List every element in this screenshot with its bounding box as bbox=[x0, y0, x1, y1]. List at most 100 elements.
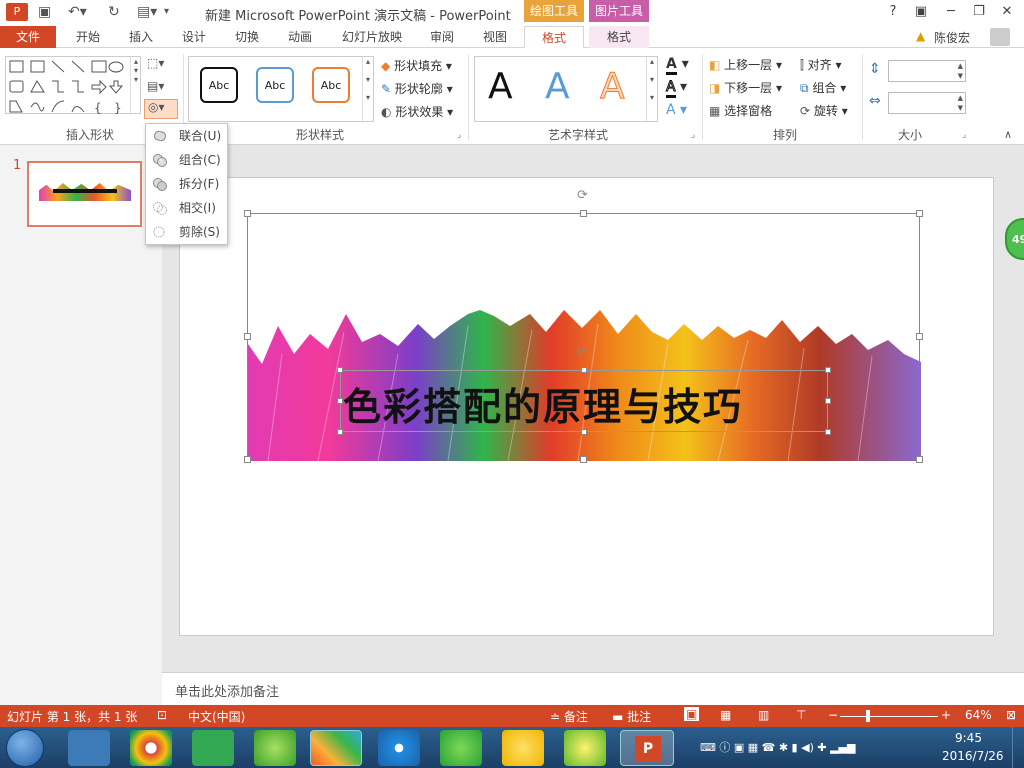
resize-handle[interactable] bbox=[337, 367, 343, 373]
resize-handle[interactable] bbox=[916, 210, 923, 217]
merge-shapes-button[interactable]: ◎▾ bbox=[144, 99, 178, 119]
shape-styles-scroll[interactable]: ▴ ▾ ▾ bbox=[362, 57, 373, 121]
tab-design[interactable]: 设计 bbox=[170, 26, 218, 48]
menu-item-fragment[interactable]: 拆分(F) bbox=[146, 173, 227, 195]
clock-time[interactable]: 9:45 bbox=[955, 731, 982, 745]
style-sample-blue[interactable]: Abc bbox=[256, 67, 294, 103]
taskbar-app-icon[interactable] bbox=[192, 730, 234, 766]
zoom-in-icon[interactable]: + bbox=[941, 708, 951, 722]
dialog-launcher-icon[interactable]: ⌟ bbox=[457, 130, 461, 140]
slide-sorter-icon[interactable]: ▦ bbox=[720, 708, 731, 722]
taskbar-file-manager-icon[interactable] bbox=[68, 730, 110, 766]
help-button[interactable]: ? bbox=[882, 2, 904, 22]
width-up-icon[interactable]: ▲ bbox=[958, 94, 963, 102]
start-from-beginning-icon[interactable]: ▤▾ bbox=[137, 3, 157, 21]
edit-shape-icon[interactable]: ⬚▾ bbox=[147, 56, 164, 70]
text-box-icon[interactable]: ▤▾ bbox=[147, 79, 164, 93]
resize-handle[interactable] bbox=[825, 367, 831, 373]
shape-fill-button[interactable]: ◆ 形状填充 ▾ bbox=[381, 57, 452, 74]
style-sample-orange[interactable]: Abc bbox=[312, 67, 350, 103]
bring-forward-button[interactable]: ◧ 上移一层 ▾ bbox=[709, 56, 782, 73]
slide-title[interactable]: 色彩搭配的原理与技巧 bbox=[343, 376, 743, 431]
menu-item-union[interactable]: 联合(U) bbox=[146, 125, 227, 147]
tab-animations[interactable]: 动画 bbox=[276, 26, 324, 48]
resize-handle[interactable] bbox=[337, 398, 343, 404]
taskbar-chrome-icon[interactable] bbox=[130, 730, 172, 766]
align-button[interactable]: ⫿ 对齐 ▾ bbox=[800, 56, 842, 73]
slide-thumbnail[interactable] bbox=[27, 161, 142, 227]
group-button[interactable]: ⧉ 组合 ▾ bbox=[800, 79, 846, 96]
fit-to-window-icon[interactable]: ⊠ bbox=[1006, 708, 1016, 722]
zoom-slider-thumb[interactable] bbox=[866, 710, 870, 722]
spelling-icon[interactable]: ⊡ bbox=[157, 708, 167, 722]
notes-toggle[interactable]: ≐ 备注 bbox=[550, 708, 588, 725]
resize-handle[interactable] bbox=[244, 456, 251, 463]
tab-format-drawing[interactable]: 格式 bbox=[524, 26, 584, 48]
taskbar-powerpoint-icon[interactable]: P bbox=[620, 730, 674, 766]
height-up-icon[interactable]: ▲ bbox=[958, 62, 963, 70]
resize-handle[interactable] bbox=[580, 210, 587, 217]
user-name[interactable]: 陈俊宏 bbox=[934, 29, 970, 46]
notes-pane[interactable]: 单击此处添加备注 bbox=[162, 672, 1024, 705]
slideshow-icon[interactable]: ⊤ bbox=[796, 708, 806, 722]
system-tray[interactable]: ⌨ ⓘ ▣ ▦ ☎ ✱ ▮ ◀) ✚ ▂▄▆ bbox=[700, 739, 855, 755]
text-outline-button[interactable]: A ▾ bbox=[666, 79, 687, 98]
tab-home[interactable]: 开始 bbox=[64, 26, 112, 48]
shapes-gallery-scroll[interactable]: ▴ ▾ ▾ bbox=[130, 57, 141, 113]
menu-item-subtract[interactable]: 剪除(S) bbox=[146, 221, 227, 243]
undo-icon[interactable]: ↶▾ bbox=[68, 3, 87, 21]
wordart-sample-blue[interactable]: A bbox=[545, 66, 570, 107]
selection-pane-button[interactable]: ▦ 选择窗格 bbox=[709, 102, 772, 119]
taskbar-browser-icon[interactable] bbox=[254, 730, 296, 766]
user-avatar[interactable] bbox=[990, 28, 1010, 46]
zoom-level[interactable]: 64% bbox=[965, 708, 992, 722]
tab-transitions[interactable]: 切换 bbox=[223, 26, 271, 48]
resize-handle[interactable] bbox=[581, 429, 587, 435]
send-backward-button[interactable]: ◨ 下移一层 ▾ bbox=[709, 79, 782, 96]
shape-outline-button[interactable]: ✎ 形状轮廓 ▾ bbox=[381, 80, 453, 97]
tab-format-picture[interactable]: 格式 bbox=[589, 26, 649, 48]
taskbar-music-icon[interactable] bbox=[502, 730, 544, 766]
wordart-sample-orange[interactable]: A bbox=[600, 66, 626, 108]
resize-handle[interactable] bbox=[580, 456, 587, 463]
collapse-ribbon-icon[interactable]: ∧ bbox=[1004, 128, 1012, 141]
height-down-icon[interactable]: ▼ bbox=[958, 72, 963, 80]
save-icon[interactable]: ▣ bbox=[38, 3, 51, 21]
style-sample-black[interactable]: Abc bbox=[200, 67, 238, 103]
ribbon-display-options-icon[interactable]: ▣ bbox=[910, 2, 932, 22]
minimize-icon[interactable]: ─ bbox=[940, 2, 962, 22]
tab-review[interactable]: 审阅 bbox=[418, 26, 466, 48]
wordart-sample-black[interactable]: A bbox=[488, 66, 513, 107]
wordart-scroll[interactable]: ▴ ▾ ▾ bbox=[646, 57, 657, 121]
resize-handle[interactable] bbox=[916, 333, 923, 340]
resize-handle[interactable] bbox=[244, 210, 251, 217]
zoom-slider[interactable] bbox=[840, 716, 938, 717]
menu-item-intersect[interactable]: 相交(I) bbox=[146, 197, 227, 219]
zoom-out-icon[interactable]: − bbox=[828, 708, 838, 722]
tab-slideshow[interactable]: 幻灯片放映 bbox=[333, 26, 411, 48]
language-indicator[interactable]: 中文(中国) bbox=[188, 708, 245, 725]
rotate-handle-icon[interactable]: ⟳ bbox=[577, 344, 587, 358]
rotate-handle-icon[interactable]: ⟳ bbox=[577, 188, 588, 203]
dialog-launcher-icon[interactable]: ⌟ bbox=[962, 130, 966, 140]
resize-handle[interactable] bbox=[581, 367, 587, 373]
rotate-button[interactable]: ⟳ 旋转 ▾ bbox=[800, 102, 848, 119]
tab-insert[interactable]: 插入 bbox=[117, 26, 165, 48]
resize-handle[interactable] bbox=[916, 456, 923, 463]
show-desktop-button[interactable] bbox=[1012, 727, 1024, 768]
close-icon[interactable]: ✕ bbox=[996, 2, 1018, 22]
customize-qat-icon[interactable]: ▾ bbox=[164, 3, 169, 21]
resize-handle[interactable] bbox=[244, 333, 251, 340]
shapes-gallery[interactable]: { } ▴ ▾ ▾ bbox=[5, 56, 141, 115]
tab-view[interactable]: 视图 bbox=[471, 26, 519, 48]
resize-handle[interactable] bbox=[337, 429, 343, 435]
restore-icon[interactable]: ❐ bbox=[968, 2, 990, 22]
text-fill-button[interactable]: A ▾ bbox=[666, 56, 689, 75]
width-input[interactable]: ▲ ▼ bbox=[888, 92, 966, 114]
powerpoint-app-icon[interactable]: P bbox=[6, 3, 28, 21]
resize-handle[interactable] bbox=[825, 398, 831, 404]
taskbar-puzzle-icon[interactable] bbox=[310, 730, 362, 766]
comments-toggle[interactable]: ▬ 批注 bbox=[612, 708, 651, 725]
taskbar-ie-icon[interactable] bbox=[378, 730, 420, 766]
menu-item-combine[interactable]: 组合(C) bbox=[146, 149, 227, 171]
